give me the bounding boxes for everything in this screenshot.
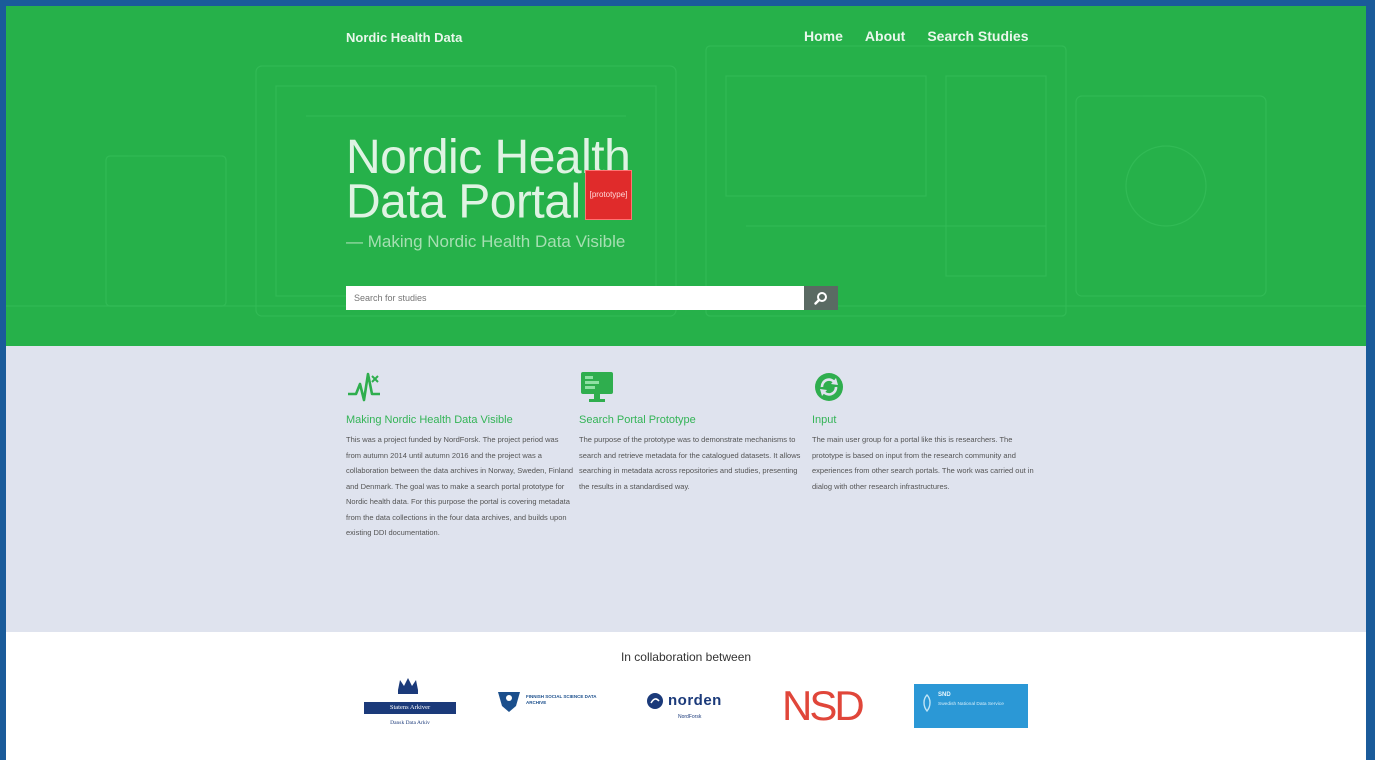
fsd-shield-icon	[498, 692, 520, 712]
nsd-logo[interactable]: NSD	[782, 678, 866, 734]
snd-mark-icon	[923, 694, 931, 712]
main-nav: Home About Search Studies	[804, 28, 1029, 44]
search-button[interactable]	[804, 286, 838, 310]
feature-title: Input	[812, 414, 837, 426]
dda-logo[interactable]: Statens Arkiver Dansk Data Arkiv	[352, 672, 464, 752]
feature-card-prototype: Search Portal Prototype The purpose of t…	[579, 370, 807, 494]
heartbeat-icon	[348, 372, 380, 402]
nav-home-link[interactable]: Home	[804, 28, 843, 44]
dda-logo-line2: Dansk Data Arkiv	[390, 720, 430, 726]
collaboration-section: In collaboration between Statens Arkiver…	[6, 632, 1366, 760]
title-line-2: Data Portal [prototype]	[346, 170, 633, 230]
feature-text: This was a project funded by NordForsk. …	[346, 435, 574, 537]
nav-about-link[interactable]: About	[865, 28, 905, 44]
norden-logo-text: norden	[668, 692, 722, 709]
page-title: Nordic Health Data Portal [prototype]	[346, 134, 633, 230]
fsd-logo[interactable]: FINNISH SOCIAL SCIENCE DATA ARCHIVE	[496, 690, 612, 726]
feature-card-input: Input The main user group for a portal l…	[812, 370, 1040, 494]
collaboration-heading: In collaboration between	[620, 650, 752, 664]
fsd-logo-text: FINNISH SOCIAL SCIENCE DATA ARCHIVE	[526, 694, 597, 705]
monitor-icon	[581, 372, 613, 402]
norden-logo-sub: NordForsk	[678, 714, 702, 720]
page-frame: Nordic Health Data Home About Search Stu…	[6, 6, 1366, 760]
feature-title: Search Portal Prototype	[579, 414, 696, 426]
norden-swan-icon	[647, 693, 663, 709]
prototype-badge: [prototype]	[584, 170, 633, 220]
site-brand[interactable]: Nordic Health Data	[346, 30, 462, 45]
feature-text: The purpose of the prototype was to demo…	[579, 435, 801, 491]
search-icon	[814, 292, 827, 305]
refresh-icon	[815, 373, 843, 401]
feature-title: Making Nordic Health Data Visible	[346, 414, 513, 426]
feature-card-visibility: Making Nordic Health Data Visible This w…	[346, 370, 574, 541]
search-input[interactable]	[346, 286, 804, 310]
feature-text: The main user group for a portal like th…	[812, 435, 1034, 491]
snd-logo[interactable]: SND Swedish National Data Service	[914, 684, 1028, 728]
hero-subtitle: — Making Nordic Health Data Visible	[346, 232, 626, 251]
snd-logo-sub: Swedish National Data Service	[938, 702, 1004, 707]
hero-section: Nordic Health Data Home About Search Stu…	[6, 6, 1366, 346]
search-bar	[346, 286, 838, 310]
dda-logo-line1: Statens Arkiver	[364, 702, 456, 714]
nav-search-studies-link[interactable]: Search Studies	[927, 28, 1028, 44]
norden-logo[interactable]: norden NordForsk	[646, 690, 746, 726]
features-section: Making Nordic Health Data Visible This w…	[6, 346, 1366, 632]
title-line-2-text: Data Portal	[346, 175, 581, 229]
snd-logo-text: SND	[938, 692, 951, 698]
nsd-logo-text: NSD	[782, 682, 865, 729]
